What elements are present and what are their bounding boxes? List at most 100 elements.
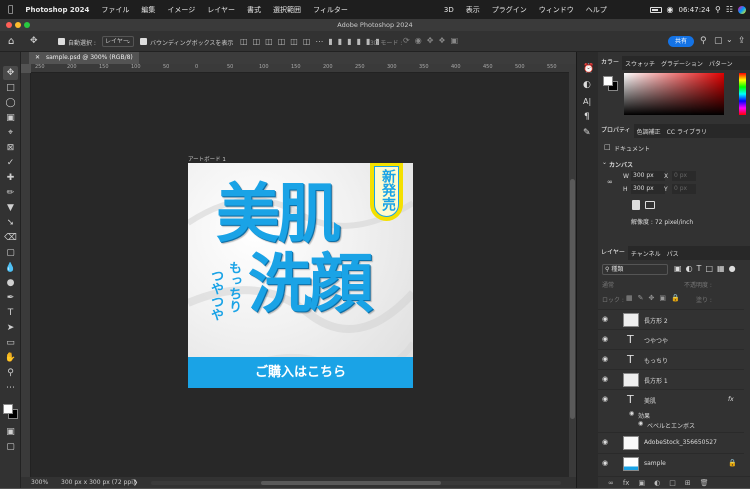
eye-icon[interactable]: ◉ — [602, 375, 610, 383]
stamp-tool-icon[interactable]: ▼ — [3, 201, 18, 215]
width-input[interactable]: 300 px — [631, 171, 665, 181]
blend-mode-dropdown[interactable]: 通常 — [602, 280, 662, 290]
distribute-1-icon[interactable]: ▮ — [328, 37, 332, 46]
window-close-button[interactable] — [6, 22, 12, 28]
distribute-2-icon[interactable]: ▮ — [338, 37, 342, 46]
add-style-icon[interactable]: fx — [623, 477, 630, 488]
layer-row[interactable]: ◉ AdobeStock_356650527 — [598, 432, 744, 452]
roll-3d-icon[interactable]: ◉ — [415, 36, 422, 45]
layer-row[interactable]: ◉ T もっちり — [598, 349, 744, 369]
menu-file[interactable]: ファイル — [95, 5, 135, 15]
height-input[interactable]: 300 px — [631, 184, 665, 194]
tab-layers[interactable]: レイヤー — [598, 246, 628, 260]
artboard-tool-icon[interactable]: □ — [3, 81, 18, 95]
align-hcenter-icon[interactable]: ◫ — [253, 37, 261, 46]
menu-help[interactable]: ヘルプ — [580, 5, 613, 15]
siri-icon[interactable] — [738, 5, 746, 14]
align-left-icon[interactable]: ◫ — [240, 37, 248, 46]
more-options-icon[interactable]: ⋯ — [315, 37, 323, 46]
battery-icon[interactable] — [649, 6, 662, 13]
lock-all-icon[interactable]: 🔒 — [671, 294, 680, 302]
share-button[interactable]: 共有 — [668, 36, 694, 47]
effect-item-row[interactable]: ◉ ベベルとエンボス — [598, 419, 744, 430]
x-input[interactable]: 0 px — [672, 171, 696, 181]
filter-smart-icon[interactable]: ▦ — [717, 264, 725, 273]
more-tools-icon[interactable]: ⋯ — [3, 381, 18, 395]
artboard[interactable]: 新発売 美肌 洗顔 もっちり つやつや ご購入はこちら — [188, 163, 413, 388]
layer-row[interactable]: ◉ sample 🔒 — [598, 453, 744, 473]
app-menu[interactable]: Photoshop 2024 — [19, 6, 95, 14]
window-zoom-button[interactable] — [24, 22, 30, 28]
character-icon[interactable]: A| — [583, 97, 591, 106]
eye-icon[interactable]: ◉ — [602, 355, 610, 363]
new-adjustment-icon[interactable]: ◐ — [654, 477, 660, 488]
show-bbox-checkbox[interactable] — [140, 38, 147, 45]
eraser-tool-icon[interactable]: ⌫ — [3, 231, 18, 245]
eyedropper-icon[interactable]: ✓ — [3, 156, 18, 170]
brush-settings-icon[interactable]: ✎ — [583, 128, 591, 138]
tab-paths[interactable]: パス — [664, 249, 682, 258]
auto-select-checkbox[interactable] — [58, 38, 65, 45]
pen-tool-icon[interactable]: ✒ — [3, 291, 18, 305]
distribute-3-icon[interactable]: ▮ — [347, 37, 351, 46]
orbit-3d-icon[interactable]: ⟳ — [403, 36, 410, 45]
scroll-thumb[interactable] — [570, 179, 575, 419]
horizontal-scrollbar[interactable] — [151, 481, 561, 485]
brush-tool-icon[interactable]: ✏ — [3, 186, 18, 200]
tab-adjustments[interactable]: 色調補正 — [634, 127, 664, 136]
object-select-icon[interactable]: ▣ — [3, 111, 18, 125]
drag-3d-icon[interactable]: ✥ — [427, 36, 434, 45]
lock-artboard-icon[interactable]: ▣ — [659, 294, 666, 302]
share-document-icon[interactable]: ⇪ — [738, 36, 746, 46]
tab-gradient[interactable]: グラデーション — [658, 59, 706, 68]
path-select-icon[interactable]: ➤ — [3, 321, 18, 335]
menu-3d[interactable]: 3D — [438, 6, 460, 14]
slide-3d-icon[interactable]: ❖ — [438, 36, 445, 45]
foreground-color-swatch[interactable] — [3, 404, 13, 414]
artboard-label[interactable]: アートボード 1 — [188, 155, 226, 163]
paragraph-icon[interactable]: ¶ — [584, 112, 590, 122]
canvas-area[interactable]: アートボード 1 新発売 美肌 洗顔 もっちり つやつや ご購入はこちら — [31, 73, 569, 477]
align-right-icon[interactable]: ◫ — [265, 37, 273, 46]
zoom-level[interactable]: 300% — [31, 477, 48, 488]
control-center-icon[interactable]: ☷ — [726, 5, 733, 14]
lock-position-icon[interactable]: ✥ — [649, 294, 655, 302]
tab-color[interactable]: カラー — [598, 56, 623, 70]
tab-cc-libraries[interactable]: CC ライブラリ — [664, 127, 710, 136]
filter-pixel-icon[interactable]: ▣ — [674, 264, 682, 273]
menu-layer[interactable]: レイヤー — [201, 5, 241, 15]
tab-pattern[interactable]: パターン — [706, 59, 736, 68]
menu-select[interactable]: 選択範囲 — [267, 5, 307, 15]
window-minimize-button[interactable] — [15, 22, 21, 28]
gradient-tool-icon[interactable]: ▢ — [3, 246, 18, 260]
fg-swatch[interactable] — [603, 76, 613, 86]
new-layer-icon[interactable]: ⊞ — [685, 477, 691, 488]
search-icon[interactable]: ⚲ — [715, 5, 721, 14]
eye-icon[interactable]: ◉ — [602, 335, 610, 343]
workspace-icon[interactable]: ▢ — [714, 36, 723, 46]
eye-icon[interactable]: ◉ — [602, 438, 610, 446]
move-tool-preset-icon[interactable]: ✥ — [30, 36, 38, 46]
portrait-orientation-icon[interactable] — [632, 200, 640, 210]
menu-window[interactable]: ウィンドウ — [533, 5, 580, 15]
layer-row[interactable]: ◉ T つやつや — [598, 329, 744, 349]
workspace-chevron-icon[interactable]: ⌄ — [726, 35, 733, 44]
home-icon[interactable]: ⌂ — [8, 36, 14, 47]
filter-toggle-icon[interactable]: ● — [729, 264, 736, 273]
layer-row[interactable]: ◉ 長方形 2 — [598, 309, 744, 329]
history-brush-icon[interactable]: ➘ — [3, 216, 18, 230]
search-icon[interactable]: ⚲ — [700, 36, 707, 46]
adjustments-icon[interactable]: ◐ — [583, 80, 591, 90]
color-field[interactable] — [624, 73, 724, 115]
landscape-orientation-icon[interactable] — [645, 201, 655, 209]
menu-type[interactable]: 書式 — [241, 5, 267, 15]
lock-transparent-icon[interactable]: ▦ — [626, 294, 633, 302]
frame-tool-icon[interactable]: ⊠ — [3, 141, 18, 155]
menu-view[interactable]: 表示 — [460, 5, 486, 15]
eye-icon[interactable]: ◉ — [602, 315, 610, 323]
zoom-tool-icon[interactable]: ⚲ — [3, 366, 18, 380]
eye-icon[interactable]: ◉ — [629, 410, 634, 417]
eye-icon[interactable]: ◉ — [602, 395, 610, 403]
filter-type-icon[interactable]: T — [697, 264, 702, 273]
cta-banner[interactable]: ご購入はこちら — [188, 357, 413, 388]
